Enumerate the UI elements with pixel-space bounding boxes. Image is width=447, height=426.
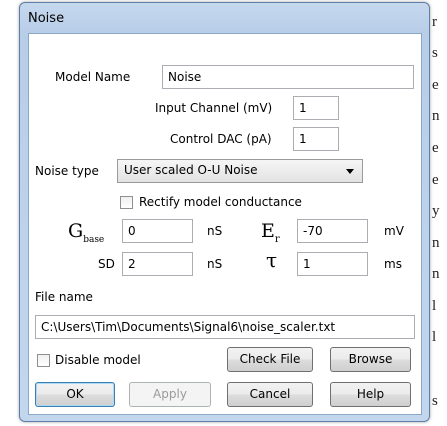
sd-input[interactable]	[122, 252, 193, 276]
apply-button[interactable]: Apply	[129, 382, 211, 407]
background-text-char: y	[432, 203, 440, 219]
check-file-button[interactable]: Check File	[227, 347, 313, 372]
noise-type-select[interactable]: User scaled O-U Noise	[117, 159, 363, 183]
background-text-char: n	[432, 266, 440, 282]
er-unit: mV	[384, 224, 404, 238]
disable-model-label: Disable model	[55, 353, 141, 367]
dialog-title: Noise	[28, 11, 65, 26]
gbase-symbol: Gbase	[68, 220, 105, 245]
model-name-label: Model Name	[55, 70, 131, 84]
input-channel-input[interactable]	[293, 96, 339, 120]
background-text-char: r	[432, 14, 437, 30]
background-text-char: n	[432, 235, 440, 251]
gbase-input[interactable]	[122, 219, 193, 243]
sd-unit: nS	[207, 257, 223, 271]
input-channel-label: Input Channel (mV)	[155, 101, 273, 115]
disable-model-checkbox[interactable]	[37, 354, 50, 367]
control-dac-label: Control DAC (pA)	[170, 132, 272, 146]
tau-input[interactable]	[297, 252, 368, 276]
control-dac-input[interactable]	[293, 127, 339, 151]
tau-symbol: τ	[266, 248, 278, 272]
er-subscript: r	[274, 233, 280, 245]
model-name-input[interactable]	[162, 65, 414, 89]
gbase-unit: nS	[207, 224, 223, 238]
background-text-char: l	[432, 298, 437, 314]
background-text-char: e	[432, 77, 439, 93]
rectify-checkbox[interactable]	[120, 196, 133, 209]
noise-type-selected-value: User scaled O-U Noise	[124, 163, 258, 177]
noise-dialog: Noise Model Name Input Channel (mV) Cont…	[19, 2, 430, 422]
gbase-subscript: base	[83, 234, 105, 245]
noise-type-label: Noise type	[35, 164, 99, 178]
cancel-button[interactable]: Cancel	[227, 382, 313, 407]
background-text-char: s	[432, 393, 438, 409]
browse-button[interactable]: Browse	[330, 347, 411, 372]
help-button[interactable]: Help	[330, 382, 411, 407]
background-text-char: e	[432, 172, 439, 188]
file-name-input[interactable]	[35, 315, 415, 339]
dialog-titlebar[interactable]: Noise	[20, 3, 429, 33]
background-text-char: s	[432, 45, 438, 61]
background-text-char: n	[432, 108, 440, 124]
er-symbol: Er	[261, 220, 280, 245]
dialog-client-area: Model Name Input Channel (mV) Control DA…	[28, 33, 422, 415]
background-text-char: e	[432, 140, 439, 156]
chevron-down-icon	[346, 169, 354, 174]
sd-label: SD	[98, 257, 115, 271]
background-text-char: l	[432, 329, 437, 345]
er-input[interactable]	[297, 219, 368, 243]
tau-unit: ms	[384, 257, 402, 271]
ok-button[interactable]: OK	[35, 382, 115, 407]
file-name-label: File name	[35, 290, 93, 304]
rectify-label: Rectify model conductance	[139, 195, 302, 209]
